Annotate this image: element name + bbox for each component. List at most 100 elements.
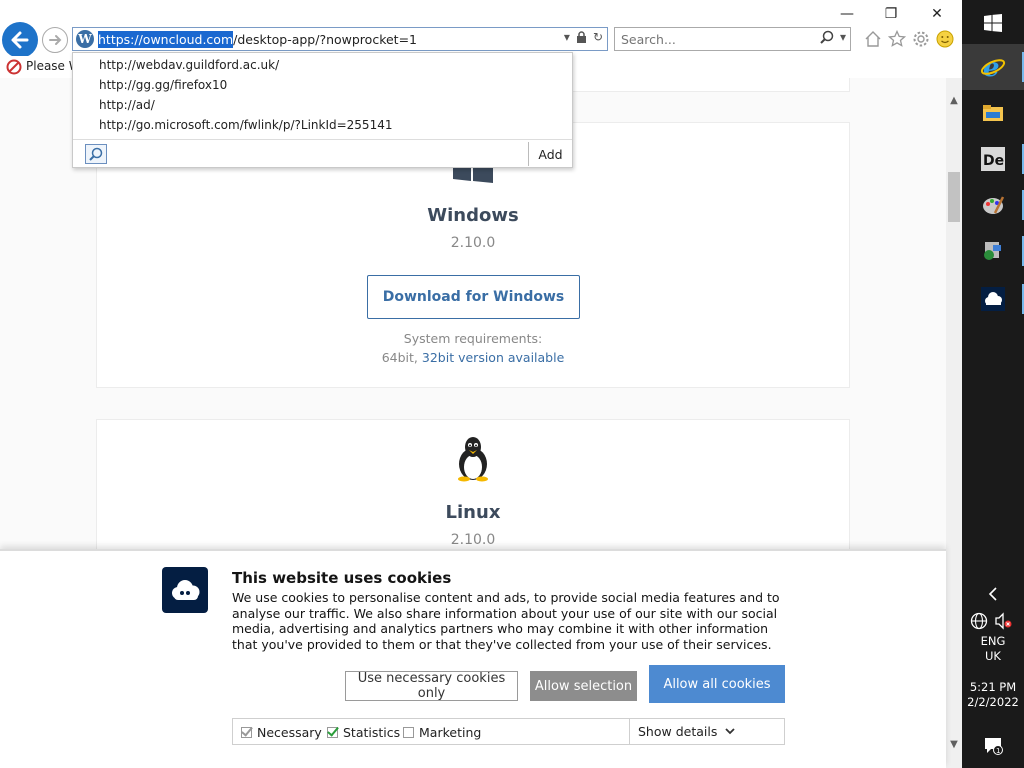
autocomplete-item[interactable]: http://gg.gg/firefox10 xyxy=(73,75,572,95)
marketing-option[interactable]: Marketing xyxy=(403,725,481,740)
linux-title: Linux xyxy=(445,502,501,523)
taskbar-owncloud[interactable] xyxy=(962,276,1024,322)
volume-tray-button[interactable] xyxy=(994,612,1012,634)
refresh-icon[interactable]: ↻ xyxy=(593,30,603,44)
search-tools: ▾ xyxy=(820,30,846,44)
statistics-option[interactable]: Statistics xyxy=(327,725,400,740)
windows-version: 2.10.0 xyxy=(450,235,496,251)
start-button[interactable] xyxy=(962,0,1024,46)
32bit-link[interactable]: 32bit version available xyxy=(422,350,564,365)
back-button[interactable] xyxy=(2,22,38,58)
address-bar[interactable]: W https://owncloud.com/desktop-app/?nowp… xyxy=(72,27,608,51)
clock-time: 5:21 PM xyxy=(969,680,1017,694)
necessary-cookies-button[interactable]: Use necessary cookies only xyxy=(345,671,518,701)
autocomplete-footer: Add xyxy=(73,139,572,167)
search-input[interactable] xyxy=(615,28,805,50)
restore-icon: ❐ xyxy=(884,6,898,22)
speaker-muted-icon xyxy=(995,612,1012,630)
allow-all-cookies-button[interactable]: Allow all cookies xyxy=(649,665,785,703)
autocomplete-add-button[interactable]: Add xyxy=(528,142,572,166)
cookie-options: Necessary Statistics Marketing Show deta… xyxy=(232,718,785,745)
svg-text:1: 1 xyxy=(996,747,1000,755)
forward-button[interactable] xyxy=(42,27,68,53)
wordpress-icon: W xyxy=(76,30,94,48)
language-indicator[interactable]: ENG UK xyxy=(962,634,1024,664)
cookie-banner: This website uses cookies We use cookies… xyxy=(0,549,946,768)
taskbar-network-tool[interactable] xyxy=(962,228,1024,274)
close-icon: ✕ xyxy=(931,6,943,22)
arrow-left-icon xyxy=(11,31,29,49)
taskbar-app-de[interactable]: De xyxy=(962,136,1024,182)
page-scrollbar[interactable]: ▲ ▼ xyxy=(946,78,962,768)
minimize-icon: — xyxy=(840,6,854,22)
owncloud-logo xyxy=(162,567,208,613)
home-button[interactable] xyxy=(863,29,883,49)
chevron-down-icon xyxy=(725,728,735,735)
statistics-checkbox[interactable] xyxy=(327,727,338,738)
necessary-checkbox xyxy=(241,727,252,738)
windows-title: Windows xyxy=(427,205,519,226)
download-windows-button[interactable]: Download for Windows xyxy=(367,275,580,319)
close-button[interactable]: ✕ xyxy=(914,2,960,26)
show-details-label: Show details xyxy=(638,724,718,739)
security-warning-icon xyxy=(6,59,22,75)
autocomplete-item[interactable]: http://go.microsoft.com/fwlink/p/?LinkId… xyxy=(73,115,572,135)
search-icon[interactable] xyxy=(820,30,834,44)
autocomplete-search-button[interactable] xyxy=(85,144,107,164)
de-app-icon: De xyxy=(981,147,1005,171)
paint-palette-icon xyxy=(983,196,1005,214)
gear-icon xyxy=(913,31,929,47)
favorites-button[interactable] xyxy=(887,29,907,49)
url-rest: /desktop-app/?nowprocket=1 xyxy=(233,31,418,47)
clock[interactable]: 5:21 PM 2/2/2022 xyxy=(962,680,1024,710)
cloud-icon xyxy=(172,580,200,600)
necessary-label: Necessary xyxy=(257,725,322,740)
cookie-text: We use cookies to personalise content an… xyxy=(232,590,780,652)
windows-start-icon xyxy=(984,14,1002,32)
marketing-checkbox[interactable] xyxy=(403,727,414,738)
star-icon xyxy=(888,30,906,47)
tux-icon xyxy=(458,437,488,482)
scroll-up-icon[interactable]: ▲ xyxy=(946,92,962,108)
url-selected: https://owncloud.com xyxy=(98,30,234,48)
svg-text:De: De xyxy=(983,153,1004,169)
arrow-right-icon xyxy=(49,35,62,45)
necessary-option: Necessary xyxy=(241,725,322,740)
internet-explorer-icon: e xyxy=(980,54,1006,80)
home-icon xyxy=(865,31,881,47)
action-center-button[interactable]: 1 xyxy=(962,722,1024,768)
lock-icon[interactable] xyxy=(576,31,587,43)
sysreq-line: 64bit, 32bit version available xyxy=(97,350,849,365)
language-code: ENG xyxy=(980,634,1006,648)
show-details-button[interactable]: Show details xyxy=(629,719,785,744)
globe-icon xyxy=(970,612,988,630)
feedback-button[interactable] xyxy=(935,29,955,49)
statistics-label: Statistics xyxy=(343,725,401,740)
windows-taskbar: e De ENG UK 5:21 PM 2/2/2022 1 xyxy=(962,0,1024,768)
scroll-down-icon[interactable]: ▼ xyxy=(946,736,962,752)
address-tools: ▾ ↻ xyxy=(564,30,603,44)
chevron-down-icon[interactable]: ▾ xyxy=(564,30,570,44)
search-box[interactable]: ▾ xyxy=(614,27,851,51)
restore-button[interactable]: ❐ xyxy=(868,2,914,26)
scrollbar-thumb[interactable] xyxy=(948,172,960,222)
allow-selection-button[interactable]: Allow selection xyxy=(530,671,637,701)
minimize-button[interactable]: — xyxy=(824,2,870,26)
taskbar-paint[interactable] xyxy=(962,182,1024,228)
cookie-title: This website uses cookies xyxy=(232,569,452,587)
autocomplete-item[interactable]: http://webdav.guildford.ac.uk/ xyxy=(73,55,572,75)
network-tray-button[interactable] xyxy=(970,612,988,634)
url-text[interactable]: https://owncloud.com/desktop-app/?nowpro… xyxy=(98,30,418,48)
sysreq-label: System requirements: xyxy=(403,331,543,346)
taskbar-ie[interactable]: e xyxy=(962,44,1024,90)
clock-date: 2/2/2022 xyxy=(967,695,1019,709)
autocomplete-item[interactable]: http://ad/ xyxy=(73,95,572,115)
taskbar-file-explorer[interactable] xyxy=(962,90,1024,136)
owncloud-icon xyxy=(981,287,1005,311)
sysreq-arch: 64bit, xyxy=(381,350,418,365)
settings-button[interactable] xyxy=(911,29,931,49)
marketing-label: Marketing xyxy=(419,725,482,740)
smiley-icon xyxy=(936,30,954,48)
chevron-down-icon[interactable]: ▾ xyxy=(840,30,846,44)
show-hidden-icons-button[interactable] xyxy=(962,574,1024,614)
